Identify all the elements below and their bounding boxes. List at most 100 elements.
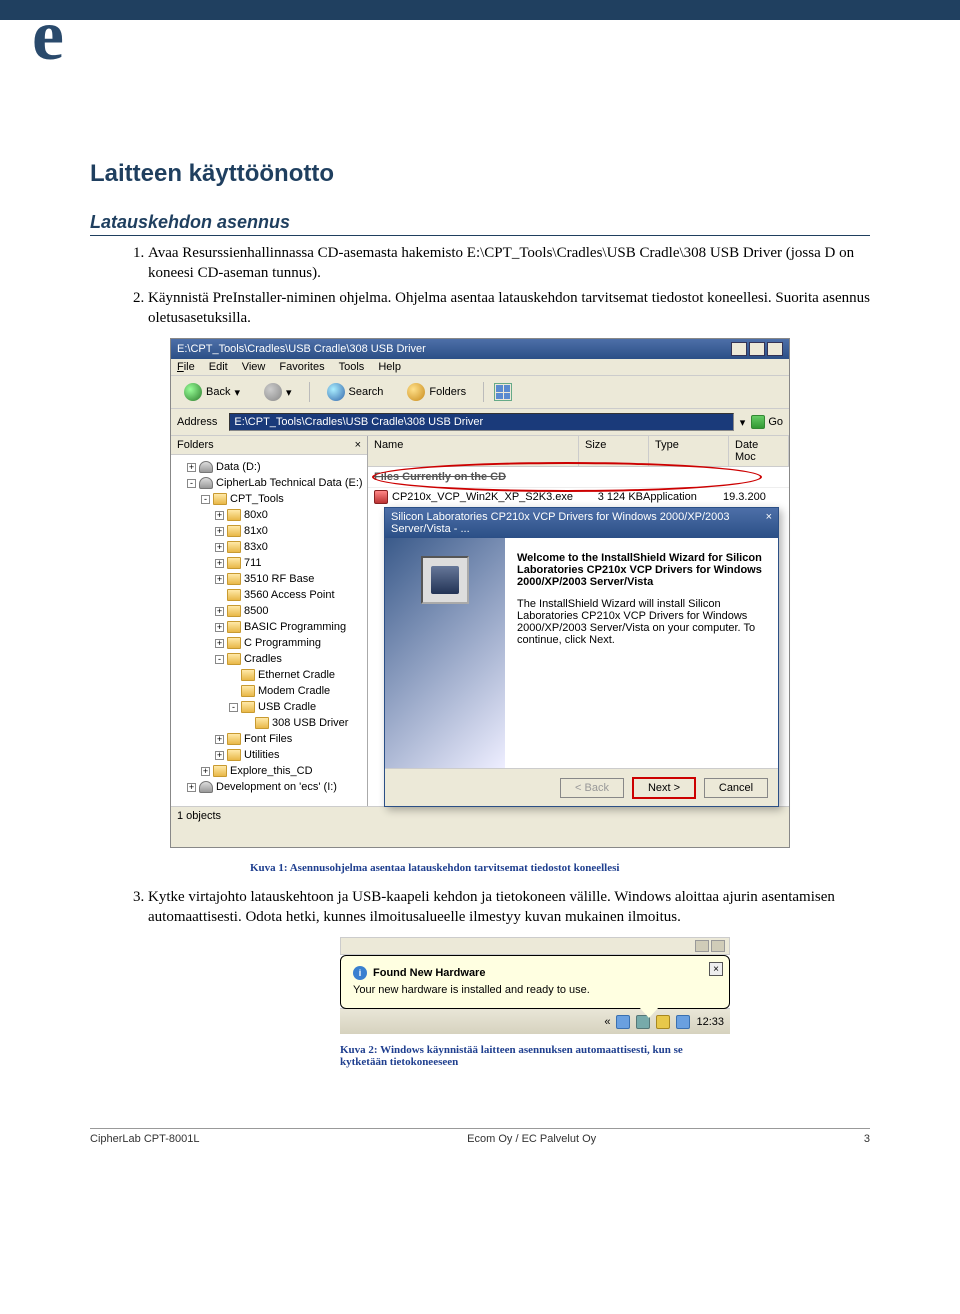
expand-box-icon[interactable]: - bbox=[229, 703, 238, 712]
tree-node[interactable]: + C Programming bbox=[173, 635, 365, 651]
wizard-close-icon[interactable]: × bbox=[766, 511, 772, 535]
tree-label: CPT_Tools bbox=[230, 491, 284, 507]
expand-box-icon[interactable]: + bbox=[215, 751, 224, 760]
menu-tools[interactable]: Tools bbox=[339, 361, 365, 373]
expand-box-icon[interactable]: + bbox=[215, 559, 224, 568]
tree-node[interactable]: +3510 RF Base bbox=[173, 571, 365, 587]
tree-label: 711 bbox=[244, 555, 262, 571]
expand-box-icon[interactable]: + bbox=[215, 543, 224, 552]
tree-node[interactable]: -USB Cradle bbox=[173, 699, 365, 715]
expand-box-icon[interactable]: + bbox=[215, 575, 224, 584]
tree-label: Explore_this_CD bbox=[230, 763, 313, 779]
expand-box-icon[interactable]: + bbox=[215, 511, 224, 520]
tree-node[interactable]: + Font Files bbox=[173, 731, 365, 747]
go-icon bbox=[751, 415, 765, 429]
maximize-icon[interactable] bbox=[749, 342, 765, 356]
expand-box-icon[interactable]: + bbox=[187, 783, 196, 792]
tree-label: Modem Cradle bbox=[258, 683, 330, 699]
folder-icon bbox=[227, 525, 241, 537]
tray-expand-icon[interactable]: « bbox=[604, 1016, 610, 1028]
forward-button[interactable]: ▾ bbox=[257, 380, 299, 404]
expand-box-icon[interactable] bbox=[229, 671, 238, 680]
menu-help[interactable]: Help bbox=[378, 361, 401, 373]
wizard-cancel-button[interactable]: Cancel bbox=[704, 778, 768, 798]
expand-box-icon[interactable] bbox=[215, 591, 224, 600]
wizard-next-button[interactable]: Next > bbox=[632, 777, 696, 799]
view-mode-button[interactable] bbox=[494, 383, 512, 401]
address-input[interactable] bbox=[229, 413, 733, 431]
minimize-icon[interactable] bbox=[731, 342, 747, 356]
tree-label: 80x0 bbox=[244, 507, 268, 523]
search-button[interactable]: Search bbox=[320, 380, 391, 404]
tree-node[interactable]: 3560 Access Point bbox=[173, 587, 365, 603]
menu-edit[interactable]: Edit bbox=[209, 361, 228, 373]
expand-box-icon[interactable]: + bbox=[215, 527, 224, 536]
close-pane-icon[interactable]: × bbox=[355, 439, 361, 451]
wizard-side-graphic bbox=[385, 538, 505, 768]
expand-box-icon[interactable]: - bbox=[187, 479, 196, 488]
folders-button[interactable]: Folders bbox=[400, 380, 473, 404]
menu-favorites[interactable]: Favorites bbox=[279, 361, 324, 373]
tree-node[interactable]: 308 USB Driver bbox=[173, 715, 365, 731]
file-size: 3 124 KB bbox=[573, 491, 643, 503]
menu-view[interactable]: View bbox=[242, 361, 266, 373]
tree-label: 8500 bbox=[244, 603, 268, 619]
folder-icon bbox=[227, 749, 241, 761]
tree-label: Font Files bbox=[244, 731, 292, 747]
scrollbar-arrow-icon[interactable] bbox=[695, 940, 709, 952]
page-footer: CipherLab CPT-8001L Ecom Oy / EC Palvelu… bbox=[90, 1128, 870, 1149]
tree-node[interactable]: +Utilities bbox=[173, 747, 365, 763]
folder-icon bbox=[213, 493, 227, 505]
address-bar: Address ▾ Go bbox=[171, 409, 789, 436]
expand-box-icon[interactable]: - bbox=[215, 655, 224, 664]
balloon-close-icon[interactable]: × bbox=[709, 962, 723, 976]
tree-node[interactable]: Ethernet Cradle bbox=[173, 667, 365, 683]
back-button[interactable]: Back ▾ bbox=[177, 380, 247, 404]
expand-box-icon[interactable]: + bbox=[215, 623, 224, 632]
go-button[interactable]: Go bbox=[751, 415, 783, 429]
logo-area: e bbox=[0, 20, 960, 70]
close-icon[interactable] bbox=[767, 342, 783, 356]
tree-node[interactable]: Modem Cradle bbox=[173, 683, 365, 699]
address-label: Address bbox=[177, 416, 217, 428]
col-date[interactable]: Date Moc bbox=[729, 436, 789, 466]
tree-node[interactable]: + Explore_this_CD bbox=[173, 763, 365, 779]
tree-node[interactable]: + BASIC Programming bbox=[173, 619, 365, 635]
expand-box-icon[interactable] bbox=[229, 687, 238, 696]
tree-node[interactable]: +711 bbox=[173, 555, 365, 571]
tree-node[interactable]: +Data (D:) bbox=[173, 459, 365, 475]
tree-node[interactable]: +83x0 bbox=[173, 539, 365, 555]
file-row[interactable]: CP210x_VCP_Win2K_XP_S2K3.exe 3 124 KB Ap… bbox=[368, 488, 789, 506]
tree-node[interactable]: +80x0 bbox=[173, 507, 365, 523]
col-size[interactable]: Size bbox=[579, 436, 649, 466]
folder-tree-pane: Folders× +Data (D:)-CipherLab Technical … bbox=[171, 436, 368, 806]
tree-node[interactable]: - CPT_Tools bbox=[173, 491, 365, 507]
expand-box-icon[interactable] bbox=[243, 719, 252, 728]
tray-clock: 12:33 bbox=[696, 1016, 724, 1028]
tree-label: BASIC Programming bbox=[244, 619, 346, 635]
col-type[interactable]: Type bbox=[649, 436, 729, 466]
expand-box-icon[interactable]: + bbox=[215, 607, 224, 616]
tree-node[interactable]: -Cradles bbox=[173, 651, 365, 667]
tree-node[interactable]: -CipherLab Technical Data (E:) bbox=[173, 475, 365, 491]
tray-icon[interactable] bbox=[616, 1015, 630, 1029]
expand-box-icon[interactable]: + bbox=[187, 463, 196, 472]
tree-label: C Programming bbox=[244, 635, 321, 651]
expand-box-icon[interactable]: + bbox=[215, 639, 224, 648]
installshield-wizard: Silicon Laboratories CP210x VCP Drivers … bbox=[384, 507, 779, 807]
folder-icon bbox=[227, 605, 241, 617]
col-name[interactable]: Name bbox=[368, 436, 579, 466]
forward-arrow-icon bbox=[264, 383, 282, 401]
scrollbar-arrow-icon[interactable] bbox=[711, 940, 725, 952]
expand-box-icon[interactable]: - bbox=[201, 495, 210, 504]
tree-node[interactable]: +8500 bbox=[173, 603, 365, 619]
expand-box-icon[interactable]: + bbox=[215, 735, 224, 744]
tree-node[interactable]: +Development on 'ecs' (I:) bbox=[173, 779, 365, 795]
tray-icon[interactable] bbox=[676, 1015, 690, 1029]
notification-balloon: × iFound New Hardware Your new hardware … bbox=[340, 955, 730, 1009]
menu-bar: File Edit View Favorites Tools Help bbox=[171, 359, 789, 376]
expand-box-icon[interactable]: + bbox=[201, 767, 210, 776]
dropdown-arrow-icon[interactable]: ▾ bbox=[740, 416, 746, 429]
menu-file[interactable]: File bbox=[177, 361, 195, 373]
tree-node[interactable]: +81x0 bbox=[173, 523, 365, 539]
